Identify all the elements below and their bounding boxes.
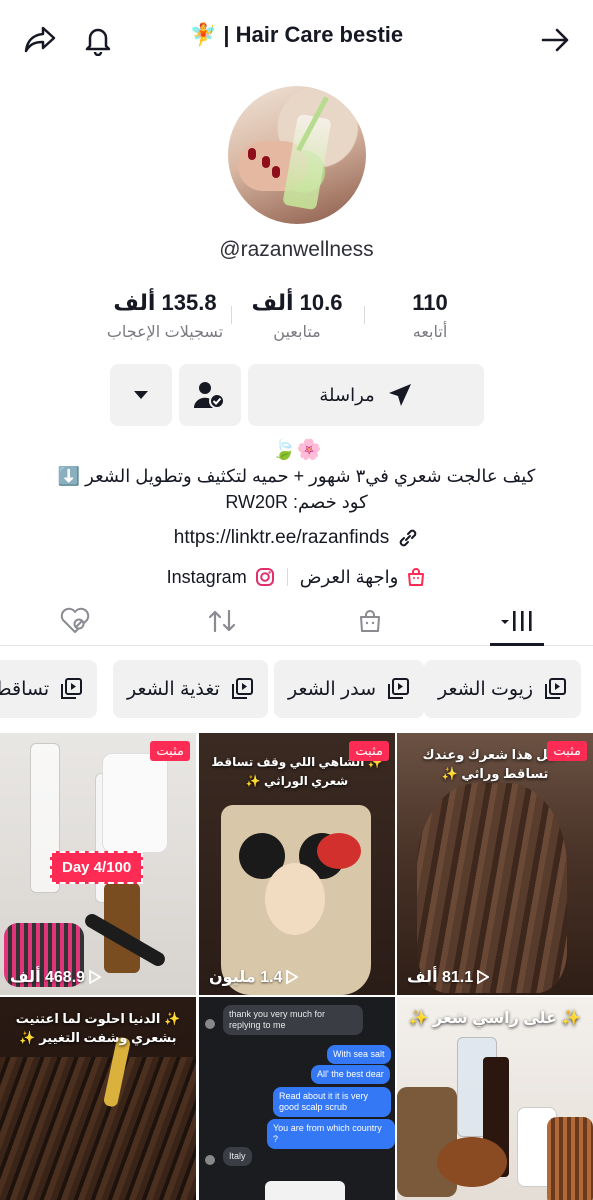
stat-followers[interactable]: 10.6 ألف متابعين	[222, 290, 372, 342]
pinned-badge: مثبت	[349, 741, 389, 761]
tab-shop[interactable]	[340, 598, 400, 644]
video-thumbnail[interactable]: thank you very much for replying to me W…	[199, 997, 395, 1200]
profile-link[interactable]: https://linktr.ee/razanfinds	[0, 527, 593, 549]
liked-hidden-icon	[60, 607, 90, 633]
link-url: https://linktr.ee/razanfinds	[173, 527, 390, 548]
chip-label: تساقط	[0, 678, 50, 700]
view-count-text: 81.1 ألف	[407, 969, 474, 986]
day-badge: Day 4/100	[50, 851, 144, 884]
video-thumbnail[interactable]: Day 4/100 مثبت 468.9 ألف	[0, 733, 196, 995]
chip-label: سدر الشعر	[288, 678, 377, 700]
view-count: 81.1 ألف	[407, 967, 490, 987]
repost-icon	[208, 609, 236, 633]
video-thumbnail[interactable]: ✨ الدنيا احلوت لما اعتنيت بشعري وشفت الت…	[0, 997, 196, 1200]
social-row: Instagram واجهة العرض	[0, 562, 593, 592]
tab-reposts[interactable]	[192, 598, 252, 644]
avatar[interactable]	[228, 86, 366, 224]
bio-line: كيف عالجت شعري في٣ شهور + حميه لتكثيف وت…	[57, 466, 536, 486]
chat-message: All' the best dear	[311, 1065, 390, 1084]
showcase-label: واجهة العرض	[299, 566, 399, 587]
play-icon	[477, 970, 490, 984]
play-icon	[89, 970, 102, 984]
grid-videos-icon	[501, 611, 532, 631]
stat-likes[interactable]: 135.8 ألف تسجيلات الإعجاب	[90, 290, 240, 342]
caret-down-icon	[134, 391, 148, 399]
video-thumbnail[interactable]: ✨ على راسي شعر ✨	[397, 997, 593, 1200]
playlist-icon	[388, 678, 410, 699]
video-caption: ✨ الدنيا احلوت لما اعتنيت بشعري وشفت الت…	[15, 1011, 181, 1045]
social-divider	[286, 568, 288, 586]
play-icon	[286, 970, 299, 984]
chip-label: تغذية الشعر	[127, 678, 220, 700]
instagram-label: Instagram	[166, 566, 247, 587]
message-button[interactable]: مراسلة	[248, 364, 484, 426]
instagram-icon	[255, 568, 274, 586]
playlist-chip[interactable]: تساقط	[0, 660, 98, 718]
shopping-bag-icon	[360, 610, 380, 632]
suggested-dropdown-button[interactable]	[110, 364, 172, 426]
following-label: أتابعه	[412, 324, 448, 341]
video-caption: ✨ على راسي شعر ✨	[408, 1010, 582, 1027]
tab-videos[interactable]	[487, 598, 547, 646]
link-icon	[399, 529, 417, 547]
playlist-icon	[61, 678, 83, 699]
person-check-icon	[193, 382, 225, 409]
view-count-text: 1.4 مليون	[209, 969, 283, 986]
view-count: 468.9 ألف	[10, 967, 102, 987]
playlist-chips: زيوت الشعر سدر الشعر تغذية الشعر تساقط	[0, 660, 593, 718]
stat-following[interactable]: 110 أتابعه	[355, 290, 505, 342]
playlist-chip[interactable]: زيوت الشعر	[424, 660, 582, 718]
username: @razanwellness	[219, 238, 374, 261]
stats-divider	[231, 306, 232, 324]
profile-tabs	[0, 598, 593, 646]
instagram-link[interactable]: Instagram	[167, 567, 275, 588]
view-count: 1.4 مليون	[209, 967, 299, 987]
view-count-text: 468.9 ألف	[10, 969, 86, 986]
showcase-link[interactable]: واجهة العرض	[300, 567, 427, 588]
likes-count: 135.8 ألف	[113, 290, 217, 315]
chat-message: Read about it it is very good scalp scru…	[273, 1087, 391, 1117]
chat-message: You are from which country ?	[267, 1119, 395, 1149]
video-thumbnail[interactable]: ✨ الشاهي اللي وقف تساقط شعري الوراثي ✨ م…	[199, 733, 395, 995]
pinned-badge: مثبت	[150, 741, 190, 761]
stats-divider	[364, 306, 365, 324]
top-bar: 🧚 | Hair Care bestie	[0, 0, 593, 80]
bio-emoji: 🌸🍃	[271, 439, 322, 461]
send-icon	[388, 384, 411, 406]
shopping-bag-icon	[408, 568, 425, 586]
playlist-icon	[231, 678, 253, 699]
chat-message: thank you very much for replying to me	[223, 1005, 363, 1035]
message-label: مراسلة	[319, 384, 375, 405]
stats-row: 135.8 ألف تسجيلات الإعجاب 10.6 ألف متابع…	[0, 290, 593, 350]
chip-label: زيوت الشعر	[438, 678, 534, 700]
share-icon[interactable]	[20, 20, 60, 60]
likes-label: تسجيلات الإعجاب	[106, 324, 224, 341]
playlist-chip[interactable]: تغذية الشعر	[113, 660, 268, 718]
following-count: 110	[412, 290, 448, 315]
playlist-chip[interactable]: سدر الشعر	[274, 660, 425, 718]
tab-liked[interactable]	[45, 598, 105, 644]
bell-icon[interactable]	[78, 20, 118, 60]
video-thumbnail[interactable]: تحيل هذا شعرك وعندك تساقط وراثي ✨ مثبت 8…	[397, 733, 593, 995]
following-status-button[interactable]	[179, 364, 241, 426]
followers-label: متابعين	[273, 324, 321, 341]
chat-message: With sea salt	[327, 1045, 391, 1064]
chat-message: Italy	[223, 1147, 252, 1166]
bio-discount-code: كود خصم: RW20R	[225, 492, 368, 512]
playlist-icon	[545, 678, 567, 699]
pinned-badge: مثبت	[547, 741, 587, 761]
bio: 🌸🍃 كيف عالجت شعري في٣ شهور + حميه لتكثيف…	[0, 437, 593, 515]
followers-count: 10.6 ألف	[251, 290, 343, 315]
video-grid: تحيل هذا شعرك وعندك تساقط وراثي ✨ مثبت 8…	[0, 733, 593, 1200]
